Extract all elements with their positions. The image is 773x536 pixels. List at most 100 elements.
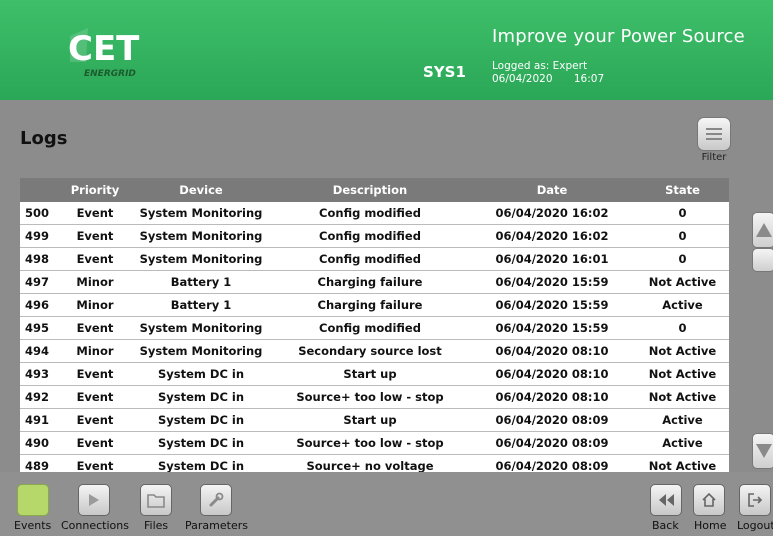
cell-id: 496 [25, 298, 50, 312]
logout-icon [748, 493, 763, 507]
filter-label: Filter [701, 152, 727, 163]
cell-device: System DC in [157, 367, 245, 381]
cell-id: 494 [25, 344, 50, 358]
cell-device: System DC in [157, 459, 245, 473]
column-header-priority[interactable]: Priority [60, 183, 130, 197]
back-button[interactable] [650, 484, 682, 516]
table-row[interactable]: 493 Event System DC in Start up 06/04/2020 0… [20, 363, 729, 386]
cell-device: System Monitoring [139, 344, 263, 358]
cell-description: Start up [343, 367, 397, 381]
cell-date: 06/04/2020 08:10 [495, 367, 609, 381]
cell-id: 489 [25, 459, 50, 473]
cell-priority: Event [76, 436, 114, 450]
filter-list-icon [697, 117, 731, 151]
connections-button[interactable] [78, 484, 110, 516]
system-name: SYS1 [423, 63, 466, 81]
cell-priority: Event [76, 413, 114, 427]
cell-description: Secondary source lost [298, 344, 442, 358]
table-row[interactable]: 490 Event System DC in Source+ too low - st… [20, 432, 729, 455]
column-header-device[interactable]: Device [130, 183, 272, 197]
column-header-description[interactable]: Description [272, 183, 468, 197]
table-row[interactable]: 498 Event System Monitoring Config modified… [20, 248, 729, 271]
cell-date: 06/04/2020 15:59 [495, 321, 609, 335]
triangle-up-icon [756, 223, 772, 237]
cell-date: 06/04/2020 08:09 [495, 436, 609, 450]
cell-date: 06/04/2020 15:59 [495, 298, 609, 312]
table-row[interactable]: 492 Event System DC in Source+ too low - st… [20, 386, 729, 409]
cell-state: 0 [678, 206, 687, 220]
cell-id: 490 [25, 436, 50, 450]
logs-table: Priority Device Description Date State 5… [20, 178, 729, 473]
cell-date: 06/04/2020 16:02 [495, 206, 609, 220]
table-row[interactable]: 500 Event System Monitoring Config modified… [20, 202, 729, 225]
cell-date: 06/04/2020 08:10 [495, 344, 609, 358]
header-bar: CET ENERGRID SYS1 Improve your Power Sou… [0, 0, 773, 100]
cell-device: System DC in [157, 413, 245, 427]
cell-description: Charging failure [317, 298, 423, 312]
cell-state: Active [662, 413, 703, 427]
tagline: Improve your Power Source [492, 26, 745, 47]
cell-state: Not Active [648, 275, 717, 289]
double-left-arrow-icon [659, 494, 674, 506]
parameters-button[interactable] [200, 484, 232, 516]
cell-device: System Monitoring [139, 321, 263, 335]
cell-description: Source+ no voltage [306, 459, 434, 473]
logout-button[interactable] [739, 484, 771, 516]
scroll-down-button[interactable] [752, 433, 773, 469]
cell-state: Active [662, 298, 703, 312]
cell-state: Not Active [648, 367, 717, 381]
cell-state: Not Active [648, 344, 717, 358]
table-row[interactable]: 491 Event System DC in Start up 06/04/2020 0… [20, 409, 729, 432]
arrow-right-icon [89, 494, 99, 506]
scroll-up-button[interactable] [752, 212, 773, 248]
cell-priority: Event [76, 206, 114, 220]
cell-date: 06/04/2020 16:01 [495, 252, 609, 266]
date-text: 06/04/2020 [492, 73, 553, 85]
table-body: 500 Event System Monitoring Config modified… [20, 202, 729, 473]
parameters-label: Parameters [185, 519, 248, 532]
files-label: Files [144, 519, 169, 532]
time-text: 16:07 [573, 73, 605, 85]
table-row[interactable]: 495 Event System Monitoring Config modified… [20, 317, 729, 340]
home-button[interactable] [693, 484, 725, 516]
brand-top-text: CET [68, 29, 140, 69]
cell-description: Config modified [319, 321, 421, 335]
filter-button[interactable]: Filter [697, 117, 731, 163]
cell-date: 06/04/2020 16:02 [495, 229, 609, 243]
cell-state: Active [662, 436, 703, 450]
cell-description: Source+ too low - stop [296, 390, 444, 404]
cell-description: Charging failure [317, 275, 423, 289]
events-button[interactable] [17, 484, 49, 516]
table-row[interactable]: 489 Event System DC in Source+ no voltage 06… [20, 455, 729, 473]
table-header: Priority Device Description Date State [20, 178, 729, 202]
cell-priority: Event [76, 321, 114, 335]
column-header-state[interactable]: State [636, 183, 729, 197]
cell-state: 0 [678, 321, 687, 335]
cell-description: Config modified [319, 206, 421, 220]
files-button[interactable] [140, 484, 172, 516]
events-label: Events [14, 519, 52, 532]
cell-id: 495 [25, 321, 50, 335]
wrench-icon [209, 492, 224, 507]
cell-description: Config modified [319, 252, 421, 266]
table-row[interactable]: 494 Minor System Monitoring Secondary sourc… [20, 340, 729, 363]
cell-device: System Monitoring [139, 206, 263, 220]
cell-id: 492 [25, 390, 50, 404]
login-info: Logged as: Expert 06/04/2020 16:07 [492, 60, 604, 86]
cell-device: System DC in [157, 390, 245, 404]
cell-id: 500 [25, 206, 50, 220]
table-row[interactable]: 496 Minor Battery 1 Charging failure 06/04/2… [20, 294, 729, 317]
table-row[interactable]: 499 Event System Monitoring Config modified… [20, 225, 729, 248]
cell-priority: Event [76, 390, 114, 404]
table-row[interactable]: 497 Minor Battery 1 Charging failure 06/04/2… [20, 271, 729, 294]
logout-label: Logout [737, 519, 773, 532]
cell-device: System Monitoring [139, 252, 263, 266]
cell-priority: Event [76, 459, 114, 473]
cell-date: 06/04/2020 08:09 [495, 459, 609, 473]
column-header-date[interactable]: Date [468, 183, 636, 197]
scroll-thumb[interactable] [752, 248, 773, 272]
cet-logo: CET ENERGRID [66, 22, 156, 82]
cell-date: 06/04/2020 15:59 [495, 275, 609, 289]
folder-icon [147, 494, 165, 508]
cell-description: Source+ too low - stop [296, 436, 444, 450]
